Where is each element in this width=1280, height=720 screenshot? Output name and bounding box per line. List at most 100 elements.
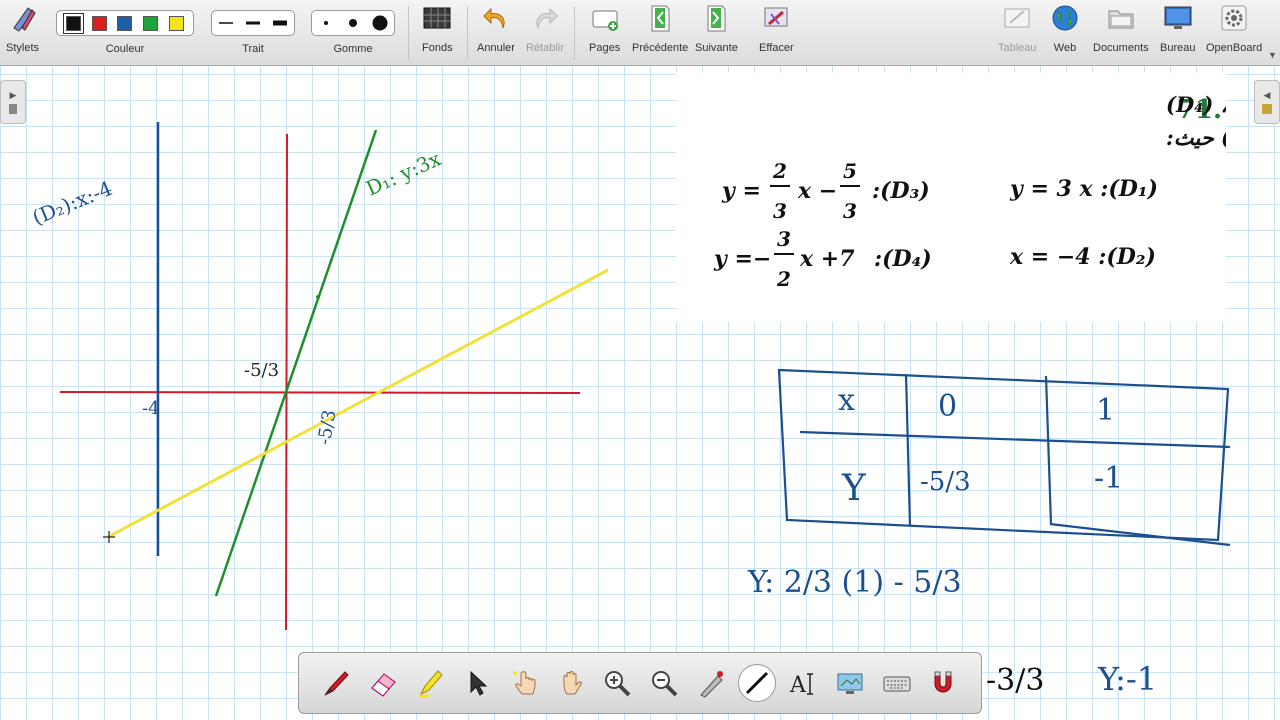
openboard-label: OpenBoard <box>1206 42 1263 54</box>
board-icon <box>1002 4 1032 32</box>
stylets-button[interactable]: Stylets <box>6 4 39 54</box>
undo-arrow-icon <box>481 4 511 32</box>
equation-d4-lhs: y =− <box>713 246 771 272</box>
library-icon <box>1262 104 1272 114</box>
gomme-label: Gomme <box>333 43 373 55</box>
color-green-swatch[interactable] <box>143 15 159 31</box>
line-tool-button[interactable] <box>738 664 777 702</box>
tableau-label: Tableau <box>998 42 1037 54</box>
color-blue-swatch[interactable] <box>117 15 133 31</box>
equation-d3-frac2-den: 3 <box>843 199 857 223</box>
exercise-instruction-line2: ، (D₅) حيث: <box>1166 125 1226 150</box>
equation-d3-frac1-den: 3 <box>773 199 787 223</box>
pointer-arrow-icon <box>470 670 488 696</box>
desktop-monitor-icon <box>1163 4 1193 32</box>
left-palette-tab[interactable]: ▶ <box>0 80 26 124</box>
keyboard-tool-button[interactable] <box>877 663 917 703</box>
stroke-thick-icon[interactable] <box>271 18 289 28</box>
equation-d2: x = −4 :(D₂) <box>1009 244 1156 270</box>
undo-button[interactable]: Annuler <box>477 4 515 54</box>
couleur-label: Couleur <box>105 43 145 55</box>
pen-tool-button[interactable] <box>316 663 356 703</box>
eraser-medium-icon[interactable] <box>344 14 362 32</box>
select-tool-button[interactable] <box>457 663 497 703</box>
fonds-button[interactable]: Fonds <box>422 4 453 54</box>
exercise-instruction-line1: ارسم المستقيمات (D₁) ، (D₂) ، (D₃) ، (D₄… <box>1166 92 1226 118</box>
color-red-swatch[interactable] <box>91 15 107 31</box>
pen-icon <box>325 671 350 696</box>
screen-capture-icon <box>837 673 863 694</box>
svg-text:A: A <box>789 673 807 698</box>
web-label: Web <box>1053 42 1077 54</box>
tableau-button[interactable]: Tableau <box>998 4 1037 54</box>
interact-tool-button[interactable] <box>504 663 544 703</box>
background-grid-icon <box>422 4 452 32</box>
web-button[interactable]: Web <box>1050 4 1080 54</box>
eraser-small-icon[interactable] <box>317 14 335 32</box>
toolbar-divider <box>408 6 409 60</box>
zoom-out-icon <box>652 671 678 697</box>
expand-right-icon: ▶ <box>9 90 17 100</box>
text-tool-button[interactable]: A <box>783 663 823 703</box>
equation-d3-frac1-num: 2 <box>772 159 787 183</box>
folder-icon <box>1106 4 1136 32</box>
exercise-image: 71. ارسم المستقيمات (D₁) ، (D₂) ، (D₃) ،… <box>676 72 1280 322</box>
text-tool-icon: A <box>789 673 813 698</box>
fonds-label: Fonds <box>422 42 453 54</box>
laser-pointer-button[interactable] <box>691 663 731 703</box>
openboard-menu-arrow-icon[interactable]: ▼ <box>1268 50 1277 60</box>
equation-d3-mid: x − <box>797 178 837 204</box>
pointing-hand-icon <box>512 671 536 695</box>
stylets-icon <box>8 4 38 32</box>
stroke-width-picker <box>211 10 295 36</box>
eraser-large-icon[interactable] <box>371 14 389 32</box>
effacer-label: Effacer <box>759 42 794 54</box>
redo-arrow-icon <box>530 4 560 32</box>
next-page-button[interactable]: Suivante <box>695 4 738 54</box>
page-thumbnail-icon <box>9 104 17 114</box>
bureau-label: Bureau <box>1160 42 1196 54</box>
effacer-button[interactable]: Effacer <box>759 4 794 54</box>
hand-pan-icon <box>563 671 582 695</box>
zoom-out-button[interactable] <box>644 663 684 703</box>
documents-button[interactable]: Documents <box>1093 4 1149 54</box>
expand-left-icon: ◀ <box>1263 90 1271 100</box>
annuler-label: Annuler <box>477 42 515 54</box>
toolbar-divider <box>467 6 468 60</box>
line-tool-icon <box>745 671 769 695</box>
stroke-thin-icon[interactable] <box>217 18 235 28</box>
settings-gear-icon <box>1219 4 1249 32</box>
redo-button[interactable]: Rétablir <box>526 4 564 54</box>
equation-d4-frac-num: 3 <box>777 227 791 251</box>
bureau-button[interactable]: Bureau <box>1160 4 1195 54</box>
equation-d4-rest: x +7 <box>799 246 855 272</box>
eraser-icon <box>371 673 396 697</box>
precedente-label: Précédente <box>632 42 689 54</box>
pages-button[interactable]: Pages <box>589 4 620 54</box>
magnet-icon <box>934 671 952 693</box>
add-page-icon <box>590 4 620 32</box>
laser-pointer-icon <box>700 671 724 698</box>
exercise-text: 71. ارسم المستقيمات (D₁) ، (D₂) ، (D₃) ،… <box>713 92 1280 291</box>
next-page-icon <box>701 4 731 32</box>
equation-d4-name: :(D₄) <box>874 246 932 272</box>
keyboard-icon <box>883 676 911 692</box>
color-picker <box>56 10 194 36</box>
color-yellow-swatch[interactable] <box>168 15 184 31</box>
highlighter-icon <box>419 670 443 698</box>
stroke-medium-icon[interactable] <box>244 18 262 28</box>
zoom-in-icon <box>605 671 631 697</box>
color-black-swatch[interactable] <box>63 12 85 34</box>
eraser-tool-button[interactable] <box>363 663 403 703</box>
capture-tool-button[interactable] <box>830 663 870 703</box>
zoom-in-button[interactable] <box>597 663 637 703</box>
previous-page-button[interactable]: Précédente <box>632 4 688 54</box>
right-palette-tab[interactable]: ◀ <box>1254 80 1280 124</box>
trait-label: Trait <box>242 43 264 55</box>
equation-d4-frac-den: 2 <box>776 267 791 291</box>
hand-tool-button[interactable] <box>551 663 591 703</box>
eraser-size-picker <box>311 10 395 36</box>
marker-tool-button[interactable] <box>410 663 450 703</box>
magnet-tool-button[interactable] <box>923 663 963 703</box>
openboard-button[interactable]: OpenBoard <box>1206 4 1262 54</box>
